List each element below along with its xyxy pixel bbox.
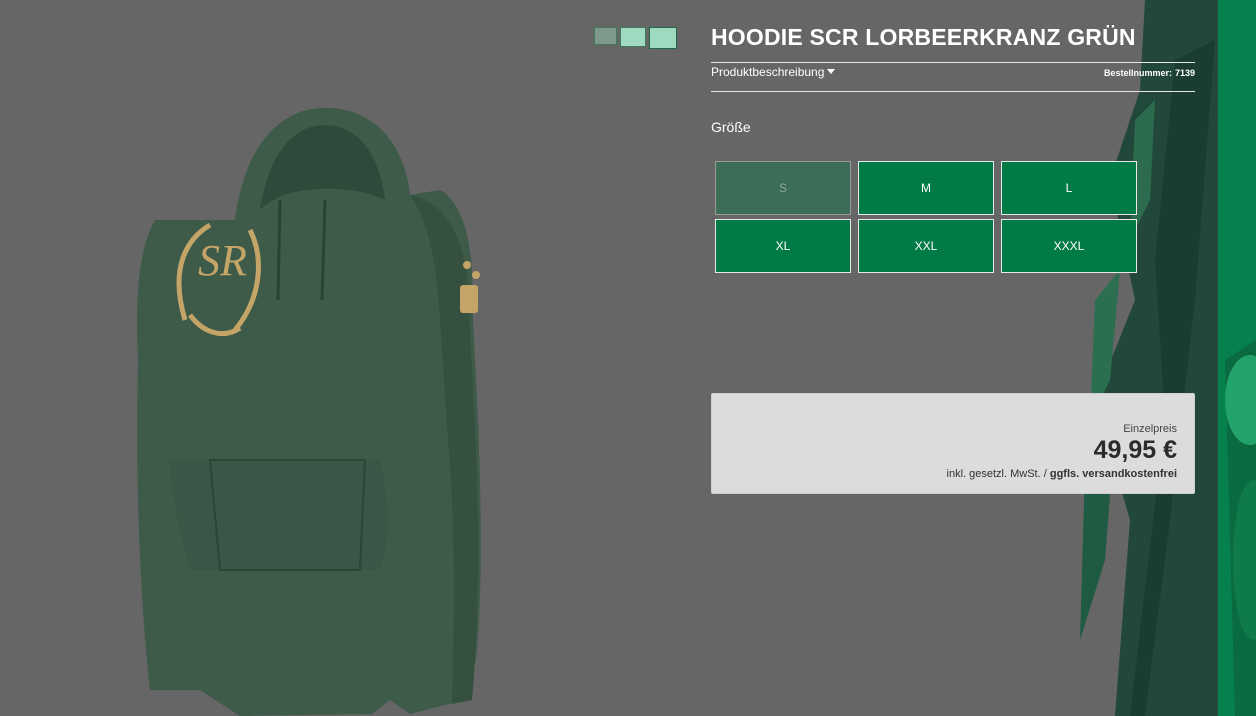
product-description-label: Produktbeschreibung [711, 65, 825, 79]
thumbnail-strip [594, 27, 677, 49]
size-option-s[interactable]: S [715, 161, 851, 215]
size-option-xl[interactable]: XL [715, 219, 851, 273]
order-number: Bestellnummer: 7139 [1104, 68, 1195, 78]
price-box: Einzelpreis 49,95 € inkl. gesetzl. MwSt.… [711, 393, 1195, 494]
size-option-xxxl[interactable]: XXXL [1001, 219, 1137, 273]
size-option-m[interactable]: M [858, 161, 994, 215]
price-value: 49,95 € [1093, 436, 1177, 464]
svg-text:SR: SR [198, 236, 247, 285]
size-selector: S M L XL XXL XXXL [715, 161, 1137, 273]
size-label: Größe [711, 119, 751, 135]
size-option-xxl[interactable]: XXL [858, 219, 994, 273]
tax-text: inkl. gesetzl. MwSt. / [946, 468, 1047, 480]
thumbnail-2[interactable] [620, 27, 646, 47]
divider-bottom [711, 91, 1195, 92]
order-number-value: 7139 [1174, 68, 1195, 78]
shipping-text: ggfls. versandkostenfrei [1049, 468, 1177, 480]
product-description-toggle[interactable]: Produktbeschreibung [711, 65, 836, 79]
thumbnail-3[interactable] [649, 27, 677, 49]
order-number-label: Bestellnummer: [1103, 68, 1172, 78]
product-image: SR [110, 100, 510, 716]
decorative-green-panel [1075, 0, 1256, 716]
size-option-l[interactable]: L [1001, 161, 1137, 215]
divider-top [711, 62, 1195, 63]
price-label: Einzelpreis [1123, 423, 1177, 435]
product-title: HOODIE SCR LORBEERKRANZ GRÜN [711, 24, 1136, 50]
caret-down-icon [827, 69, 836, 74]
tax-info: inkl. gesetzl. MwSt. / ggfls. versandkos… [712, 468, 1177, 480]
thumbnail-1[interactable] [594, 27, 617, 45]
